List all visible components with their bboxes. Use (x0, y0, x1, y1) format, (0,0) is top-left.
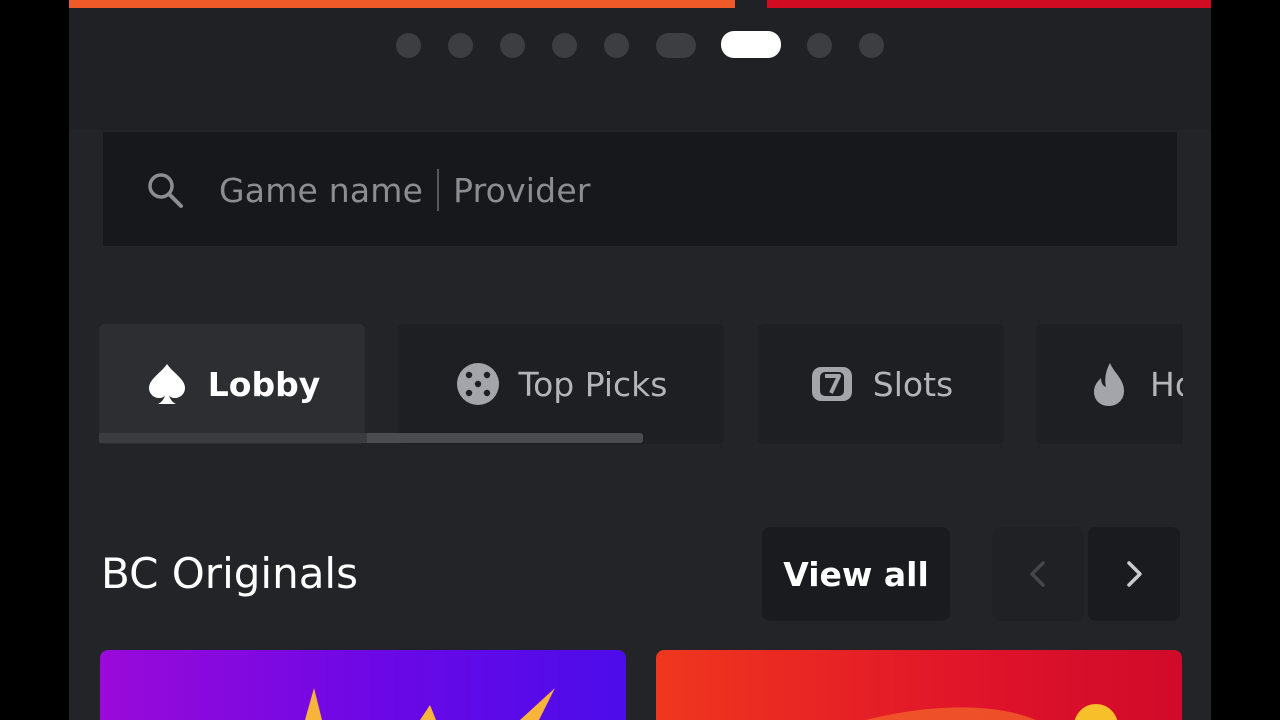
carousel-dot-3[interactable] (500, 33, 525, 58)
banner-area (69, 0, 1211, 130)
game-art-burst (305, 688, 555, 720)
placeholder-divider (437, 169, 440, 211)
dice-icon (456, 363, 499, 405)
game-art-flame (865, 704, 1118, 720)
carousel-dot-8[interactable] (807, 33, 832, 58)
casino-app: Game name Provider Lobby Top Picks Slots… (69, 0, 1211, 720)
search-placeholder-name: Game name (219, 170, 424, 210)
slot-seven-icon (811, 367, 852, 401)
tab-hot[interactable]: Ho (1036, 324, 1183, 444)
original-game-card-2[interactable] (656, 650, 1182, 720)
carousel-prev-button[interactable] (992, 527, 1084, 621)
tab-top-picks[interactable]: Top Picks (398, 324, 724, 444)
tab-label: Slots (872, 364, 954, 404)
chevron-left-icon (1030, 561, 1045, 587)
tab-label: Lobby (207, 364, 321, 404)
tabs-scrollbar[interactable] (99, 433, 643, 443)
chevron-right-icon (1127, 561, 1142, 587)
original-game-card-1[interactable] (100, 650, 626, 720)
spade-icon (148, 364, 185, 404)
tab-label: Top Picks (518, 364, 668, 404)
carousel-dot-4[interactable] (552, 33, 577, 58)
section-title: BC Originals (101, 549, 358, 598)
search-input[interactable]: Game name Provider (219, 162, 591, 218)
carousel-dot-6[interactable] (656, 33, 696, 58)
banner-slide-next[interactable] (767, 0, 1211, 8)
tab-lobby[interactable]: Lobby (99, 324, 365, 444)
flame-icon (1094, 363, 1124, 406)
view-all-button[interactable]: View all (762, 527, 950, 621)
carousel-dot-9[interactable] (859, 33, 884, 58)
carousel-pagination (69, 31, 1211, 59)
game-search-bar[interactable]: Game name Provider (103, 132, 1177, 246)
carousel-dot-2[interactable] (448, 33, 473, 58)
category-tabs: Lobby Top Picks Slots H (99, 324, 1183, 444)
carousel-dot-active[interactable] (721, 31, 781, 58)
carousel-dot-1[interactable] (396, 33, 421, 58)
carousel-dot-5[interactable] (604, 33, 629, 58)
tabs-scrollbar-thumb[interactable] (99, 433, 367, 443)
tab-label: Ho (1150, 364, 1183, 404)
search-placeholder-provider: Provider (453, 170, 591, 210)
tab-slots[interactable]: Slots (758, 324, 1004, 444)
carousel-next-button[interactable] (1088, 527, 1180, 621)
banner-slide-current[interactable] (69, 0, 735, 8)
search-icon (148, 173, 183, 208)
